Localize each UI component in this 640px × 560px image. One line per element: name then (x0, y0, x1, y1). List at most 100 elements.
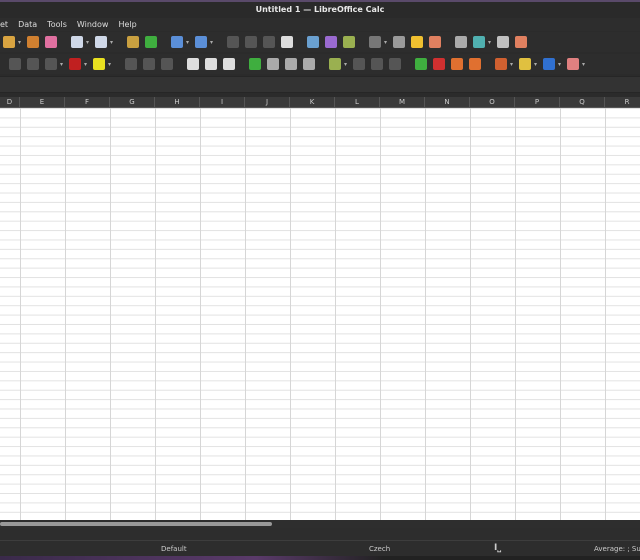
spelling-icon[interactable] (145, 36, 157, 48)
sheet-tab-bar (0, 528, 640, 540)
add-decimal-icon[interactable] (415, 58, 427, 70)
column-header[interactable]: H (155, 97, 200, 107)
percent-icon[interactable] (353, 58, 365, 70)
menu-item[interactable]: et (0, 18, 13, 31)
page-style[interactable]: Default (161, 545, 187, 553)
column-header[interactable]: Q (560, 97, 605, 107)
show-draw-functions-icon[interactable] (515, 36, 527, 48)
delete-decimal-icon[interactable] (433, 58, 445, 70)
column-header[interactable]: R (605, 97, 640, 107)
dropdown-arrow-icon[interactable]: ▾ (510, 61, 516, 68)
dropdown-arrow-icon[interactable]: ▾ (384, 39, 390, 46)
dropdown-arrow-icon[interactable]: ▾ (488, 39, 494, 46)
clone-formatting-icon[interactable] (27, 36, 39, 48)
dropdown-arrow-icon[interactable]: ▾ (558, 61, 564, 68)
decrease-indent-icon[interactable] (469, 58, 481, 70)
dropdown-arrow-icon[interactable]: ▾ (86, 39, 92, 46)
scrollbar-thumb[interactable] (0, 522, 272, 526)
align-left-icon[interactable] (125, 58, 137, 70)
window-title: Untitled 1 — LibreOffice Calc (255, 5, 385, 14)
unmerge-cells-icon[interactable] (303, 58, 315, 70)
text-cursor-icon[interactable]: I⎵ (494, 543, 501, 553)
comment-icon[interactable] (411, 36, 423, 48)
column-header[interactable]: O (470, 97, 515, 107)
formula-bar[interactable] (0, 76, 640, 93)
column-header[interactable]: L (335, 97, 380, 107)
sort-icon[interactable] (227, 36, 239, 48)
border-color-icon[interactable] (543, 58, 555, 70)
pivot-table-icon[interactable] (343, 36, 355, 48)
sort-descending-icon[interactable] (263, 36, 275, 48)
menu-item[interactable]: Data (13, 18, 42, 31)
dropdown-arrow-icon[interactable]: ▾ (210, 39, 216, 46)
dropdown-arrow-icon[interactable]: ▾ (344, 61, 350, 68)
conditional-format-icon[interactable] (567, 58, 579, 70)
merge-cells-icon[interactable] (285, 58, 297, 70)
merge-center-icon[interactable] (267, 58, 279, 70)
freeze-rows-columns-icon[interactable] (473, 36, 485, 48)
column-headers: DEFGHIJKLMNOPQR (0, 97, 640, 108)
highlight-color-icon[interactable] (93, 58, 105, 70)
dropdown-arrow-icon[interactable]: ▾ (108, 61, 114, 68)
header-footer-icon[interactable] (429, 36, 441, 48)
dropdown-arrow-icon[interactable]: ▾ (60, 61, 66, 68)
language[interactable]: Czech (369, 545, 390, 553)
align-center-icon[interactable] (143, 58, 155, 70)
split-window-icon[interactable] (497, 36, 509, 48)
column-header[interactable]: M (380, 97, 425, 107)
autofilter-icon[interactable] (281, 36, 293, 48)
date-icon[interactable] (389, 58, 401, 70)
border-style-icon[interactable] (519, 58, 531, 70)
special-character-icon[interactable] (369, 36, 381, 48)
row-icon[interactable] (171, 36, 183, 48)
menu-item[interactable]: Window (72, 18, 114, 31)
hyperlink-icon[interactable] (393, 36, 405, 48)
borders-icon[interactable] (495, 58, 507, 70)
font-color-icon[interactable] (69, 58, 81, 70)
bold-icon[interactable] (9, 58, 21, 70)
menu-bar: et Data Tools Window Help (0, 18, 640, 31)
insert-chart-icon[interactable] (325, 36, 337, 48)
align-bottom-icon[interactable] (223, 58, 235, 70)
find-replace-icon[interactable] (127, 36, 139, 48)
column-header[interactable]: J (245, 97, 290, 107)
column-header[interactable]: F (65, 97, 110, 107)
dropdown-arrow-icon[interactable]: ▾ (18, 39, 24, 46)
dropdown-arrow-icon[interactable]: ▾ (534, 61, 540, 68)
menu-item[interactable]: Help (113, 18, 141, 31)
dropdown-arrow-icon[interactable]: ▾ (582, 61, 588, 68)
dropdown-arrow-icon[interactable]: ▾ (110, 39, 116, 46)
horizontal-scrollbar[interactable] (0, 520, 640, 528)
insert-image-icon[interactable] (307, 36, 319, 48)
column-header[interactable]: K (290, 97, 335, 107)
standard-toolbar: ▾ ▾ ▾ ▾ ▾ ▾ ▾ (0, 32, 640, 52)
align-middle-icon[interactable] (205, 58, 217, 70)
clear-formatting-icon[interactable] (45, 36, 57, 48)
align-right-icon[interactable] (161, 58, 173, 70)
status-bar: Default Czech I⎵ Average: ; Sum (0, 540, 640, 556)
column-header[interactable]: D (0, 97, 20, 107)
column-header[interactable]: E (20, 97, 65, 107)
column-header[interactable]: P (515, 97, 560, 107)
wrap-text-icon[interactable] (249, 58, 261, 70)
dropdown-arrow-icon[interactable]: ▾ (186, 39, 192, 46)
number-format-icon[interactable] (329, 58, 341, 70)
column-icon[interactable] (195, 36, 207, 48)
formatting-toolbar: ▾ ▾ ▾ ▾ ▾ ▾ ▾ ▾ (0, 54, 640, 74)
align-top-icon[interactable] (187, 58, 199, 70)
spreadsheet-grid[interactable] (0, 108, 640, 520)
menu-item[interactable]: Tools (42, 18, 72, 31)
column-header[interactable]: N (425, 97, 470, 107)
dropdown-arrow-icon[interactable]: ▾ (84, 61, 90, 68)
increase-indent-icon[interactable] (451, 58, 463, 70)
underline-icon[interactable] (45, 58, 57, 70)
column-header[interactable]: G (110, 97, 155, 107)
undo-icon[interactable] (71, 36, 83, 48)
column-header[interactable]: I (200, 97, 245, 107)
sort-ascending-icon[interactable] (245, 36, 257, 48)
paste-icon[interactable] (3, 36, 15, 48)
redo-icon[interactable] (95, 36, 107, 48)
define-print-area-icon[interactable] (455, 36, 467, 48)
decimal-icon[interactable] (371, 58, 383, 70)
italic-icon[interactable] (27, 58, 39, 70)
